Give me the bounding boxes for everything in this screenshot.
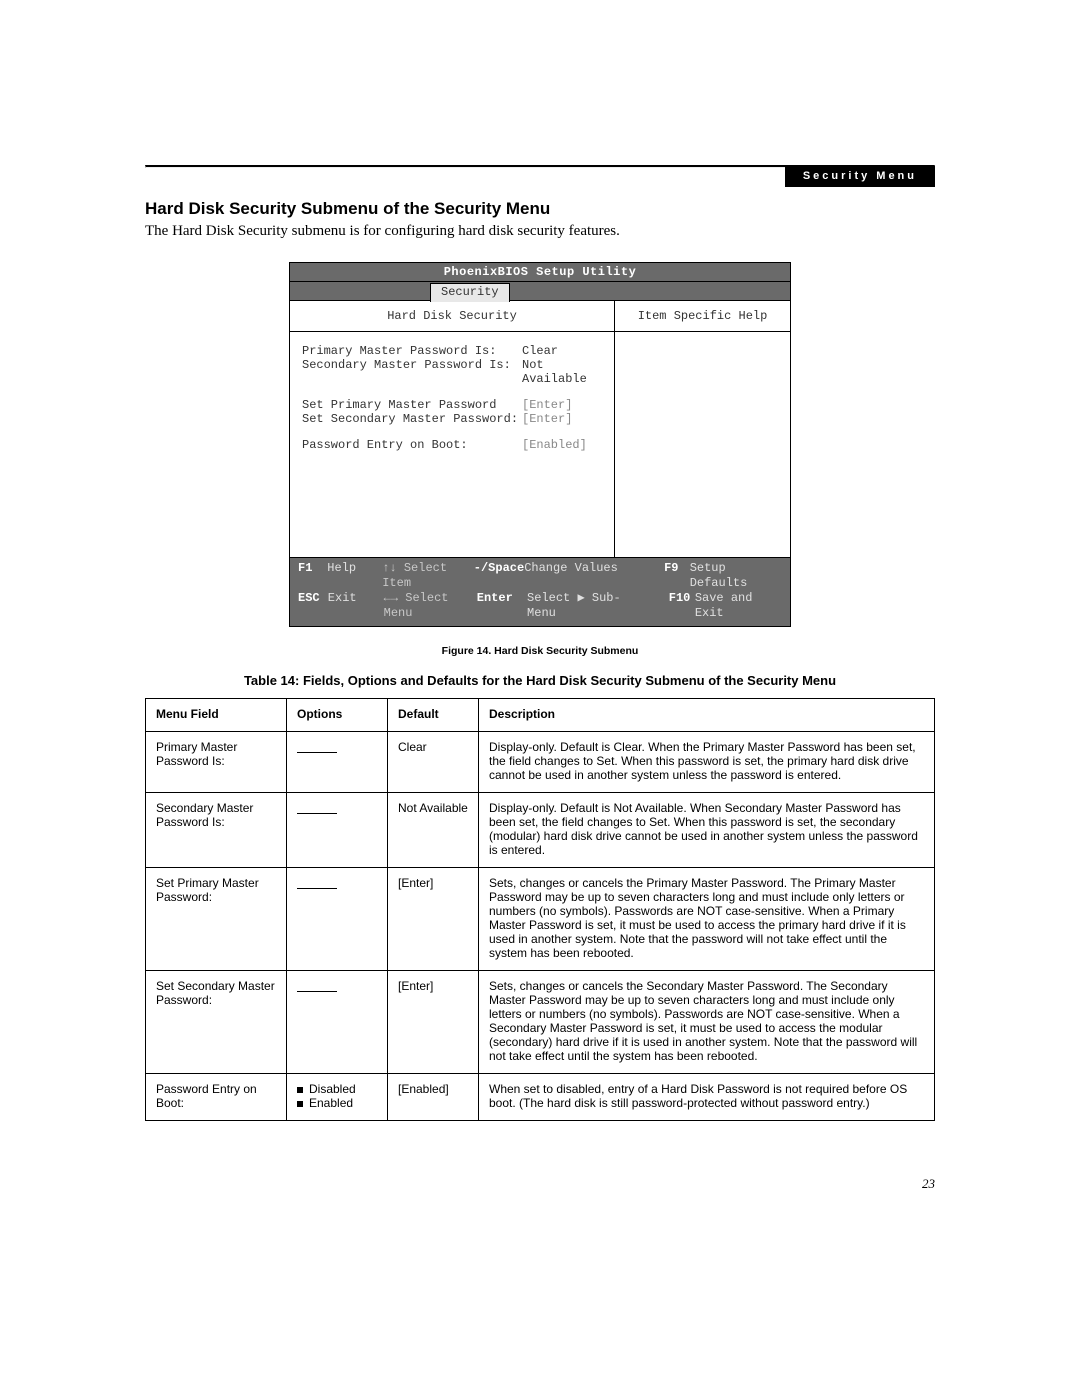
cell-options: DisabledEnabled (287, 1074, 388, 1121)
bios-help-panel (615, 332, 790, 557)
key-space: -/Space (474, 561, 524, 591)
document-page: Security Menu Hard Disk Security Submenu… (0, 0, 1080, 1397)
bios-field-label: Secondary Master Password Is: (302, 358, 522, 386)
cell-menu-field: Set Secondary Master Password: (146, 971, 287, 1074)
table-row: Primary Master Password Is: ClearDisplay-… (146, 732, 935, 793)
bios-footer-row-2: ESC Exit ←→ Select Menu Enter Select ▶ S… (298, 591, 782, 621)
bios-field-value: Not Available (522, 358, 602, 386)
bios-fields: Primary Master Password Is:ClearSecondar… (290, 332, 615, 557)
bios-field-value: [Enter] (522, 398, 602, 412)
option-item-label: Disabled (309, 1082, 356, 1096)
section-tag: Security Menu (785, 166, 935, 187)
bios-field-row: Primary Master Password Is:Clear (302, 344, 602, 358)
bios-footer-row-1: F1 Help ↑↓ Select Item -/Space Change Va… (298, 561, 782, 591)
figure-caption: Figure 14. Hard Disk Security Submenu (145, 645, 935, 657)
cell-options (287, 971, 388, 1074)
option-item: Enabled (297, 1096, 377, 1110)
bios-tabbar: Security (290, 282, 790, 301)
th-default: Default (388, 699, 479, 732)
dash-icon (297, 880, 337, 889)
cell-description: When set to disabled, entry of a Hard Di… (479, 1074, 935, 1121)
bios-tab-security: Security (430, 283, 510, 302)
bios-title: PhoenixBIOS Setup Utility (290, 263, 790, 282)
option-item: Disabled (297, 1082, 377, 1096)
cell-menu-field: Set Primary Master Password: (146, 868, 287, 971)
cell-description: Sets, changes or cancels the Primary Mas… (479, 868, 935, 971)
cell-options (287, 868, 388, 971)
bullet-icon (297, 1087, 303, 1093)
key-f10: F10 (669, 591, 695, 621)
cell-menu-field: Password Entry on Boot: (146, 1074, 287, 1121)
header-tag-row: Security Menu (145, 166, 935, 187)
lbl-help: Help (327, 561, 382, 591)
cell-description: Display-only. Default is Clear. When the… (479, 732, 935, 793)
table-header-row: Menu Field Options Default Description (146, 699, 935, 732)
bios-field-value: Clear (522, 344, 602, 358)
bios-field-value: [Enabled] (522, 438, 602, 452)
key-f1: F1 (298, 561, 327, 591)
cell-description: Sets, changes or cancels the Secondary M… (479, 971, 935, 1074)
cell-default: Clear (388, 732, 479, 793)
bios-footer: F1 Help ↑↓ Select Item -/Space Change Va… (290, 557, 790, 626)
dash-icon (297, 805, 337, 814)
bios-column-headers: Hard Disk Security Item Specific Help (290, 301, 790, 332)
lbl-save: Save and Exit (695, 591, 782, 621)
cell-default: [Enter] (388, 868, 479, 971)
key-f9: F9 (664, 561, 690, 591)
content-area: Security Menu Hard Disk Security Submenu… (145, 165, 935, 1121)
bios-left-header: Hard Disk Security (290, 301, 615, 331)
table-row: Password Entry on Boot:DisabledEnabled[E… (146, 1074, 935, 1121)
cell-options (287, 793, 388, 868)
page-title: Hard Disk Security Submenu of the Securi… (145, 199, 935, 219)
cell-menu-field: Secondary Master Password Is: (146, 793, 287, 868)
cell-description: Display-only. Default is Not Available. … (479, 793, 935, 868)
table-row: Set Secondary Master Password: [Enter]Set… (146, 971, 935, 1074)
dash-icon (297, 744, 337, 753)
bios-field-label: Password Entry on Boot: (302, 438, 522, 452)
lbl-change: Change Values (524, 561, 634, 591)
options-table: Menu Field Options Default Description P… (145, 698, 935, 1121)
bios-field-row: Set Secondary Master Password:[Enter] (302, 412, 602, 426)
bios-screenshot: PhoenixBIOS Setup Utility Security Hard … (289, 262, 791, 627)
bios-field-row: Set Primary Master Password[Enter] (302, 398, 602, 412)
lbl-submenu: Select ▶ Sub-Menu (527, 591, 639, 621)
cell-menu-field: Primary Master Password Is: (146, 732, 287, 793)
table-row: Set Primary Master Password: [Enter]Sets,… (146, 868, 935, 971)
bullet-icon (297, 1101, 303, 1107)
cell-default: [Enter] (388, 971, 479, 1074)
cell-options (287, 732, 388, 793)
key-esc: ESC (298, 591, 328, 621)
intro-text: The Hard Disk Security submenu is for co… (145, 223, 935, 240)
table-caption: Table 14: Fields, Options and Defaults f… (145, 673, 935, 688)
cell-default: [Enabled] (388, 1074, 479, 1121)
table-row: Secondary Master Password Is: Not Availab… (146, 793, 935, 868)
bios-field-label: Primary Master Password Is: (302, 344, 522, 358)
bios-field-label: Set Secondary Master Password: (302, 412, 522, 426)
lbl-exit: Exit (328, 591, 384, 621)
bios-body: Primary Master Password Is:ClearSecondar… (290, 332, 790, 557)
page-number: 23 (922, 1176, 935, 1192)
bios-field-row: Password Entry on Boot:[Enabled] (302, 438, 602, 452)
lbl-setupdef: Setup Defaults (690, 561, 782, 591)
bios-field-value: [Enter] (522, 412, 602, 426)
bios-field-label: Set Primary Master Password (302, 398, 522, 412)
th-options: Options (287, 699, 388, 732)
bios-field-row: Secondary Master Password Is:Not Availab… (302, 358, 602, 386)
option-item-label: Enabled (309, 1096, 353, 1110)
th-menu-field: Menu Field (146, 699, 287, 732)
bios-right-header: Item Specific Help (615, 301, 790, 331)
key-enter: Enter (477, 591, 527, 621)
dash-icon (297, 983, 337, 992)
arrows-lr: ←→ Select Menu (384, 591, 477, 621)
th-description: Description (479, 699, 935, 732)
arrows-ud: ↑↓ Select Item (382, 561, 474, 591)
cell-default: Not Available (388, 793, 479, 868)
